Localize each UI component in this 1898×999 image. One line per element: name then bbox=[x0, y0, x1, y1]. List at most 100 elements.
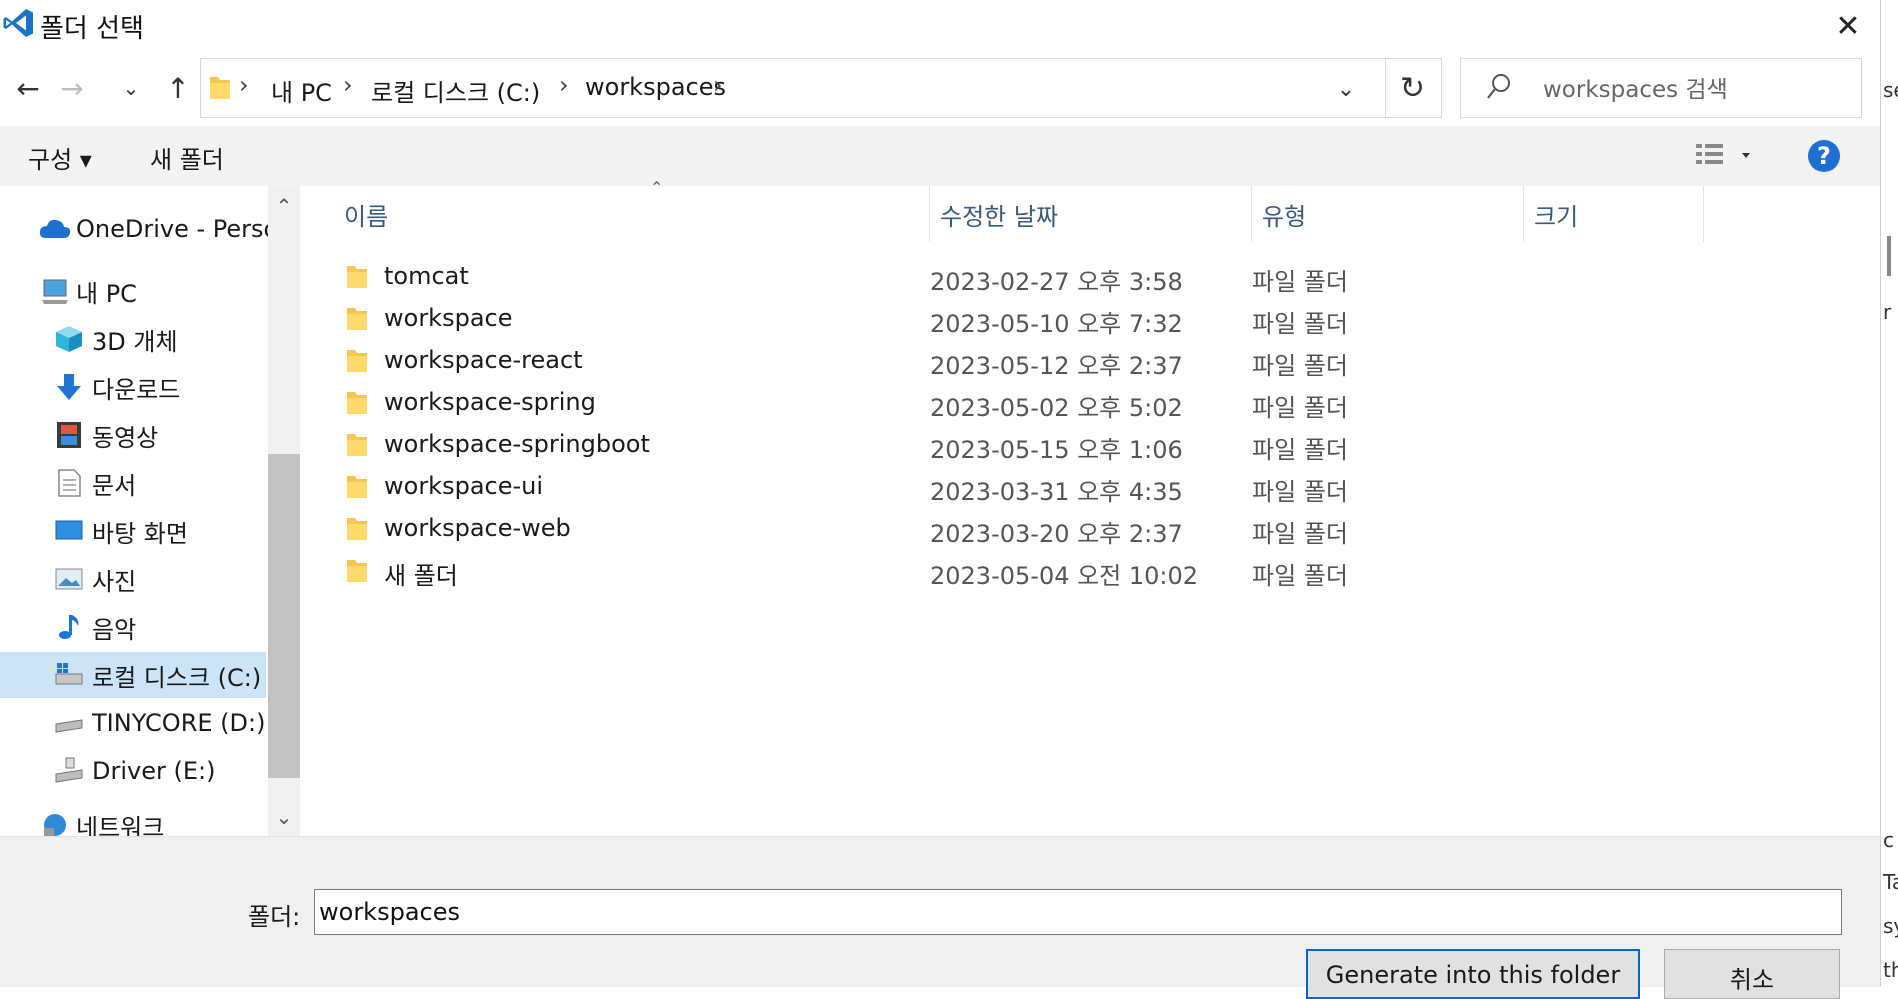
computer-icon bbox=[42, 279, 68, 304]
file-date: 2023-05-12 오후 2:37 bbox=[930, 352, 1183, 380]
file-row-workspace-springboot[interactable]: workspace-springboot 2023-05-15 오후 1:06 … bbox=[302, 424, 1880, 466]
file-row-tomcat[interactable]: tomcat 2023-02-27 오후 3:58 파일 폴더 bbox=[302, 256, 1880, 298]
help-button[interactable]: ? bbox=[1808, 140, 1840, 172]
file-type: 파일 폴더 bbox=[1252, 436, 1348, 464]
breadcrumb-my-pc[interactable]: 내 PC bbox=[271, 73, 332, 108]
folder-icon bbox=[347, 350, 367, 372]
folder-select-dialog: 폴더 선택 ✕ ← → ⌄ ↑ › 내 PC › 로컬 디스크 (C:) › w… bbox=[0, 0, 1880, 999]
change-view-button[interactable] bbox=[1694, 138, 1764, 174]
address-bar[interactable]: › 내 PC › 로컬 디스크 (C:) › workspaces › ⌄ bbox=[200, 58, 1386, 118]
desktop-icon bbox=[55, 520, 83, 540]
breadcrumb-separator-icon: › bbox=[343, 71, 353, 99]
address-history-dropdown[interactable]: ⌄ bbox=[1321, 69, 1371, 109]
file-type: 파일 폴더 bbox=[1252, 394, 1348, 422]
breadcrumb-separator-icon: › bbox=[239, 71, 249, 99]
column-header-type[interactable]: 유형 bbox=[1252, 186, 1524, 242]
document-icon bbox=[58, 469, 81, 497]
dialog-title: 폴더 선택 bbox=[40, 14, 144, 44]
arrow-left-icon: ← bbox=[16, 71, 40, 105]
nav-item-music[interactable]: 음악 bbox=[0, 604, 266, 650]
search-input[interactable] bbox=[1541, 71, 1855, 109]
file-row-workspace-react[interactable]: workspace-react 2023-05-12 오후 2:37 파일 폴더 bbox=[302, 340, 1880, 382]
refresh-button[interactable]: ↻ bbox=[1384, 58, 1442, 118]
file-date: 2023-02-27 오후 3:58 bbox=[930, 268, 1183, 296]
folder-icon bbox=[347, 560, 367, 582]
generate-into-folder-button[interactable]: Generate into this folder bbox=[1306, 949, 1640, 999]
navigation-row: ← → ⌄ ↑ › 내 PC › 로컬 디스크 (C:) › workspace… bbox=[0, 56, 1880, 120]
file-name: workspace-springboot bbox=[384, 430, 650, 458]
navigation-pane[interactable]: OneDrive - Persor 내 PC 3D 개체 다운로드 동영상 문서… bbox=[0, 186, 270, 836]
edge-text: th bbox=[1883, 958, 1898, 982]
file-row-workspace-web[interactable]: workspace-web 2023-03-20 오후 2:37 파일 폴더 bbox=[302, 508, 1880, 550]
file-type: 파일 폴더 bbox=[1252, 310, 1348, 338]
nav-item-my-pc[interactable]: 내 PC bbox=[0, 268, 266, 314]
video-icon bbox=[57, 422, 81, 448]
nav-item-pictures[interactable]: 사진 bbox=[0, 556, 266, 602]
up-button[interactable]: ↑ bbox=[158, 66, 198, 110]
folder-icon bbox=[347, 518, 367, 540]
nav-item-driver-e[interactable]: Driver (E:) bbox=[0, 748, 266, 794]
dialog-footer: 폴더: Generate into this folder 취소 bbox=[0, 836, 1880, 999]
file-row-workspace[interactable]: workspace 2023-05-10 오후 7:32 파일 폴더 bbox=[302, 298, 1880, 340]
nav-item-onedrive[interactable]: OneDrive - Persor bbox=[0, 206, 270, 252]
file-list[interactable]: ⌃ 이름 수정한 날짜 유형 크기 tomcat 2023-02-27 오후 3… bbox=[302, 178, 1880, 836]
arrow-right-icon: → bbox=[60, 71, 84, 105]
background-window-edge: se r c Ta sy th bbox=[1880, 0, 1898, 986]
file-row-workspace-spring[interactable]: workspace-spring 2023-05-02 오후 5:02 파일 폴… bbox=[302, 382, 1880, 424]
refresh-icon: ↻ bbox=[1399, 70, 1426, 106]
edge-text: sy bbox=[1883, 914, 1898, 938]
recent-locations-button[interactable]: ⌄ bbox=[114, 66, 148, 110]
nav-item-downloads[interactable]: 다운로드 bbox=[0, 364, 266, 410]
edge-text: c bbox=[1883, 828, 1894, 852]
breadcrumb-separator-icon: › bbox=[559, 71, 569, 99]
file-type: 파일 폴더 bbox=[1252, 562, 1348, 590]
file-date: 2023-05-02 오후 5:02 bbox=[930, 394, 1183, 422]
column-header-size[interactable]: 크기 bbox=[1524, 186, 1704, 242]
scroll-up-button[interactable]: ⌃ bbox=[268, 186, 300, 226]
nav-pane-scrollbar[interactable]: ⌃ ⌄ bbox=[268, 186, 300, 836]
file-date: 2023-05-15 오후 1:06 bbox=[930, 436, 1183, 464]
file-date: 2023-03-31 오후 4:35 bbox=[930, 478, 1183, 506]
file-name: workspace-react bbox=[384, 346, 583, 374]
nav-item-3d-objects[interactable]: 3D 개체 bbox=[0, 316, 266, 362]
folder-icon bbox=[347, 308, 367, 330]
file-type: 파일 폴더 bbox=[1252, 268, 1348, 296]
nav-item-tinycore-d[interactable]: TINYCORE (D:) bbox=[0, 700, 266, 746]
breadcrumb-separator-icon: › bbox=[713, 71, 723, 99]
column-header-name[interactable]: ⌃ 이름 bbox=[334, 178, 930, 242]
nav-item-videos[interactable]: 동영상 bbox=[0, 412, 266, 458]
forward-button[interactable]: → bbox=[52, 66, 92, 110]
back-button[interactable]: ← bbox=[8, 66, 48, 110]
file-name: workspace-ui bbox=[384, 472, 544, 500]
scroll-down-button[interactable]: ⌄ bbox=[268, 798, 300, 836]
nav-item-documents[interactable]: 문서 bbox=[0, 460, 266, 506]
new-folder-button[interactable]: 새 폴더 bbox=[150, 140, 224, 175]
file-row-workspace-ui[interactable]: workspace-ui 2023-03-31 오후 4:35 파일 폴더 bbox=[302, 466, 1880, 508]
search-icon bbox=[1487, 74, 1510, 99]
column-header-date[interactable]: 수정한 날짜 bbox=[930, 186, 1252, 242]
file-name: workspace-spring bbox=[384, 388, 596, 416]
edge-scroll-mark bbox=[1887, 236, 1891, 276]
cloud-icon bbox=[39, 219, 71, 238]
cancel-button[interactable]: 취소 bbox=[1664, 949, 1840, 999]
folder-name-input[interactable] bbox=[314, 889, 1842, 935]
close-button[interactable]: ✕ bbox=[1820, 4, 1876, 48]
file-type: 파일 폴더 bbox=[1252, 352, 1348, 380]
nav-item-desktop[interactable]: 바탕 화면 bbox=[0, 508, 266, 554]
help-icon: ? bbox=[1817, 142, 1831, 170]
chevron-down-icon: ⌄ bbox=[122, 76, 140, 100]
search-box[interactable] bbox=[1460, 58, 1862, 118]
organize-menu[interactable]: 구성 ▾ bbox=[28, 140, 92, 175]
file-name: 새 폴더 bbox=[384, 562, 458, 590]
nav-item-local-disk-c[interactable]: 로컬 디스크 (C:) bbox=[0, 652, 266, 698]
scrollbar-thumb[interactable] bbox=[268, 454, 300, 778]
nav-item-network[interactable]: 네트워크 bbox=[0, 802, 266, 836]
file-row-new-folder[interactable]: 새 폴더 2023-05-04 오전 10:02 파일 폴더 bbox=[302, 550, 1880, 592]
file-date: 2023-03-20 오후 2:37 bbox=[930, 520, 1183, 548]
chevron-down-icon: ⌄ bbox=[1336, 76, 1356, 102]
breadcrumb-workspaces[interactable]: workspaces bbox=[585, 73, 726, 101]
folder-label: 폴더: bbox=[248, 903, 301, 931]
chevron-down-icon: ⌄ bbox=[275, 805, 293, 829]
chevron-up-icon: ⌃ bbox=[275, 194, 293, 218]
breadcrumb-local-disk[interactable]: 로컬 디스크 (C:) bbox=[371, 73, 540, 108]
